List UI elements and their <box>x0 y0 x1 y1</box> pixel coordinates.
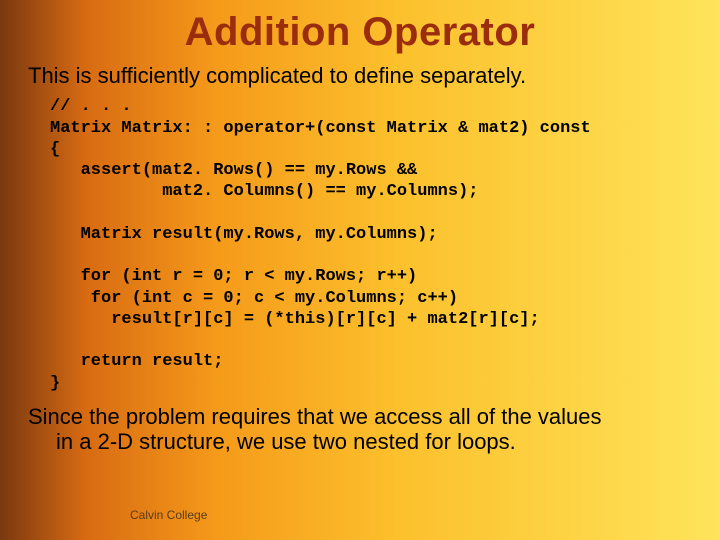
code-block: // . . . Matrix Matrix: : operator+(cons… <box>50 96 692 394</box>
intro-text: This is sufficiently complicated to defi… <box>28 63 692 88</box>
outro-line1: Since the problem requires that we acces… <box>28 404 602 429</box>
slide-title: Addition Operator <box>28 10 692 55</box>
outro-text: Since the problem requires that we acces… <box>28 404 692 455</box>
outro-line2: in a 2-D structure, we use two nested fo… <box>28 429 692 454</box>
slide: Addition Operator This is sufficiently c… <box>0 0 720 540</box>
footer-text: Calvin College <box>130 508 207 522</box>
